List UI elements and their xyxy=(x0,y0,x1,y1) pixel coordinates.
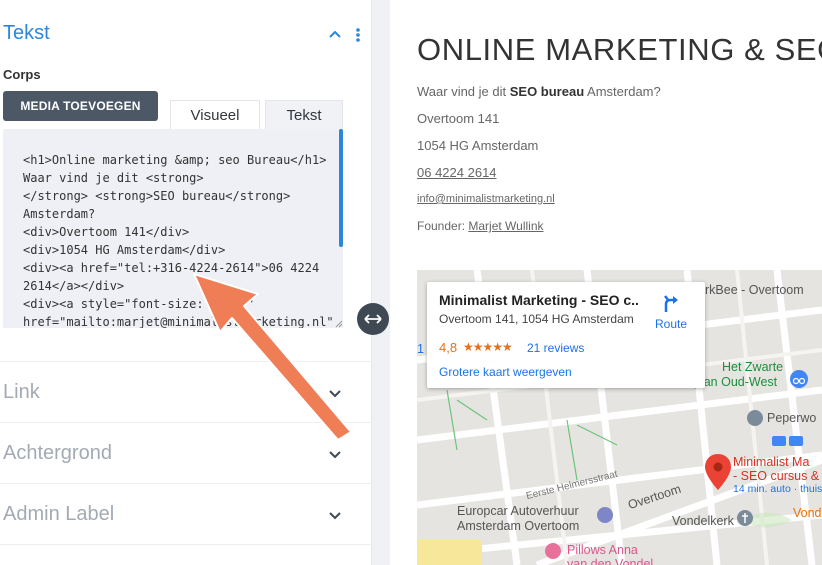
tab-visual[interactable]: Visueel xyxy=(170,100,260,129)
section-background[interactable]: Achtergrond xyxy=(0,422,372,483)
editor-scrollbar[interactable] xyxy=(339,129,343,247)
map-label-workbee: rkBee - Overtoom xyxy=(705,283,804,297)
larger-map-link[interactable]: Grotere kaart weergeven xyxy=(439,365,572,379)
section-label: Admin Label xyxy=(3,503,115,525)
map-pin-icon[interactable] xyxy=(705,454,731,490)
chevron-down-icon[interactable] xyxy=(328,386,342,400)
map-label-vond: Vond xyxy=(793,506,822,520)
map-label-pillows-sub: van den Vondel xyxy=(567,557,654,565)
settings-panel: Tekst Corps MEDIA TOEVOEGEN Visueel Teks… xyxy=(0,0,372,565)
map-info-card: Minimalist Marketing - SEO c... Overtoom… xyxy=(427,282,705,388)
preview-founder: Founder: Marjet Wullink xyxy=(417,219,544,233)
google-map[interactable]: rkBee - Overtoom 1 Het Zwarte Fietsenpla… xyxy=(417,270,822,565)
tram-stop-icon xyxy=(789,436,803,446)
reviews-link[interactable]: 21 reviews xyxy=(527,341,584,355)
bus-stop-icon xyxy=(772,436,786,446)
page-preview: ONLINE MARKETING & SEO Waar vind je dit … xyxy=(390,0,822,565)
horizontal-arrows-icon xyxy=(364,314,382,324)
section-link[interactable]: Link xyxy=(0,361,372,422)
panel-divider xyxy=(0,544,372,565)
map-label-zwarte: Het Zwarte xyxy=(722,360,784,374)
rating-stars-icon: ★★★★★ xyxy=(463,340,513,354)
chevron-down-icon[interactable] xyxy=(328,447,342,461)
editor-content: <h1>Online marketing &amp; seo Bureau</h… xyxy=(23,153,334,328)
body-field-label: Corps xyxy=(3,67,41,82)
textarea-resize-grip-icon[interactable] xyxy=(335,320,343,328)
tab-text[interactable]: Tekst xyxy=(265,100,343,129)
more-options-icon[interactable] xyxy=(354,26,362,44)
map-label-europcar: Europcar Autoverhuur xyxy=(457,504,579,518)
place-marker-icon xyxy=(747,410,763,426)
map-label-pin-title: Minimalist Ma xyxy=(733,455,810,469)
panel-resize-handle[interactable] xyxy=(357,303,389,335)
map-label-peperwortel: Peperwo xyxy=(767,411,817,425)
section-header-tekst[interactable]: Tekst xyxy=(0,0,372,66)
route-directions-icon[interactable] xyxy=(660,292,682,314)
preview-address-street: Overtoom 141 xyxy=(417,111,500,126)
preview-address-city: 1054 HG Amsterdam xyxy=(417,138,539,153)
section-admin-label[interactable]: Admin Label xyxy=(0,483,372,544)
founder-link[interactable]: Marjet Wullink xyxy=(468,219,543,233)
map-label-number: 1 xyxy=(417,342,424,356)
chevron-up-icon[interactable] xyxy=(328,28,342,42)
map-label-europcar-location: Amsterdam Overtoom xyxy=(457,519,580,533)
preview-phone-link[interactable]: 06 4224 2614 xyxy=(417,165,497,180)
add-media-button[interactable]: MEDIA TOEVOEGEN xyxy=(3,91,158,121)
church-icon xyxy=(737,510,753,526)
section-label: Link xyxy=(3,381,40,403)
html-editor-textarea[interactable]: <h1>Online marketing &amp; seo Bureau</h… xyxy=(3,129,343,328)
place-rating: 4,8 xyxy=(439,340,458,355)
section-title: Tekst xyxy=(3,22,50,44)
preview-heading: ONLINE MARKETING & SEO xyxy=(417,32,822,67)
place-title: Minimalist Marketing - SEO c... xyxy=(439,292,639,308)
map-label-vondelkerk: Vondelkerk xyxy=(672,514,734,528)
bike-shop-icon xyxy=(790,370,808,388)
map-label-pin-subtitle: - SEO cursus & xyxy=(733,469,820,483)
section-label: Achtergrond xyxy=(3,442,112,464)
map-label-pillows: Pillows Anna xyxy=(567,543,638,557)
map-label-pin-travel: 14 min. auto · thuis xyxy=(733,483,822,495)
preview-email-link[interactable]: info@minimalistmarketing.nl xyxy=(417,193,555,205)
preview-question: Waar vind je dit SEO bureau Amsterdam? xyxy=(417,84,661,99)
hotel-icon xyxy=(545,543,561,559)
route-label[interactable]: Route xyxy=(655,317,687,331)
car-rental-icon xyxy=(597,507,613,523)
place-address: Overtoom 141, 1054 HG Amsterdam xyxy=(439,312,634,326)
chevron-down-icon[interactable] xyxy=(328,508,342,522)
